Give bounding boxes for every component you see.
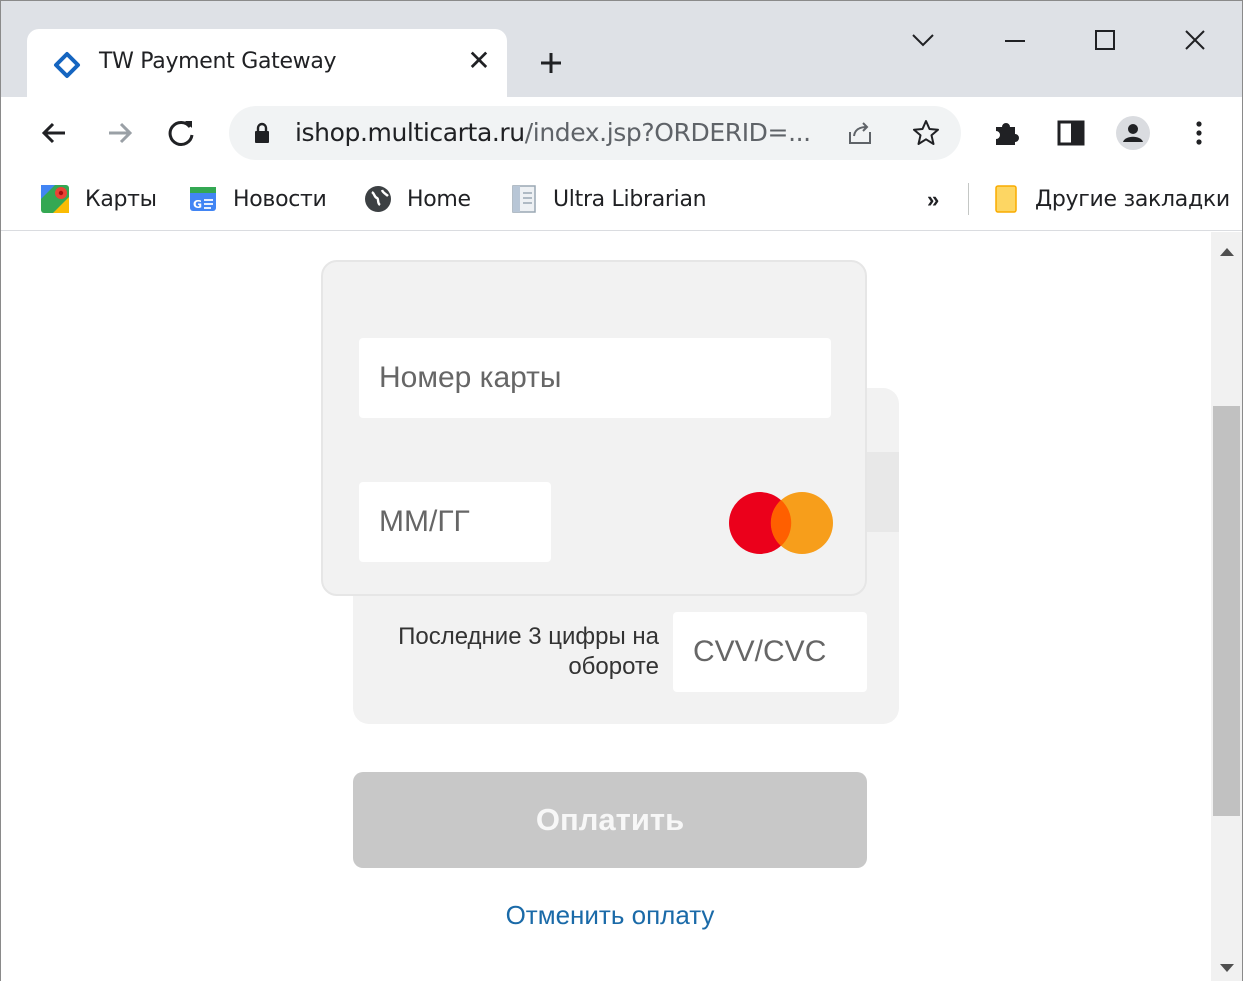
- document-icon: [512, 185, 536, 213]
- card-number-input[interactable]: [359, 338, 831, 418]
- star-bookmark-icon[interactable]: [911, 118, 941, 148]
- scrollbar-thumb[interactable]: [1213, 406, 1240, 816]
- address-bar[interactable]: ishop.multicarta.ru/index.jsp?ORDERID=..…: [229, 106, 961, 160]
- maximize-icon[interactable]: [1083, 21, 1127, 61]
- other-bookmarks-label: Другие закладки: [1035, 186, 1230, 212]
- folder-icon: [995, 185, 1017, 213]
- tab-strip: TW Payment Gateway ✕: [1, 1, 1242, 97]
- card-front: [321, 260, 867, 596]
- minimize-icon[interactable]: [993, 21, 1037, 61]
- tab-search-chevron-down-icon[interactable]: [901, 21, 945, 61]
- bookmarks-overflow-chevron-icon[interactable]: »: [927, 187, 939, 213]
- url-text[interactable]: ishop.multicarta.ru/index.jsp?ORDERID=..…: [295, 118, 811, 147]
- extensions-puzzle-icon[interactable]: [989, 115, 1025, 151]
- lock-icon[interactable]: [253, 122, 271, 144]
- bookmark-label: Home: [407, 186, 471, 212]
- new-tab-icon[interactable]: [533, 45, 569, 81]
- cvv-input[interactable]: [673, 612, 867, 692]
- bookmark-other-folder[interactable]: Другие закладки: [993, 183, 1230, 215]
- back-arrow-icon[interactable]: [37, 115, 73, 151]
- pay-button[interactable]: Оплатить: [353, 772, 867, 868]
- page-content: Последние 3 цифры на обороте Оплатить От…: [1, 232, 1211, 981]
- scroll-up-arrow-icon[interactable]: [1220, 248, 1234, 256]
- share-icon[interactable]: [845, 118, 875, 148]
- bookmarks-separator: [968, 183, 969, 215]
- close-window-icon[interactable]: [1173, 21, 1217, 61]
- bookmark-home[interactable]: Home: [363, 183, 471, 215]
- card-back-magnetic-stripe: [863, 452, 899, 532]
- side-panel-icon[interactable]: [1053, 115, 1089, 151]
- svg-text:G: G: [193, 198, 202, 211]
- bookmark-label: Новости: [233, 186, 327, 212]
- tw-gateway-icon: [54, 52, 80, 78]
- bookmark-label: Карты: [85, 186, 157, 212]
- bookmark-label: Ultra Librarian: [553, 186, 707, 212]
- globe-icon: [365, 186, 391, 212]
- page-scrollbar[interactable]: [1211, 232, 1242, 981]
- browser-toolbar: ishop.multicarta.ru/index.jsp?ORDERID=..…: [1, 97, 1242, 169]
- profile-avatar-icon[interactable]: [1115, 115, 1151, 151]
- news-icon: G: [190, 187, 216, 211]
- tab-tw-payment-gateway[interactable]: TW Payment Gateway ✕: [27, 29, 507, 97]
- bookmark-karty[interactable]: Карты: [39, 183, 157, 215]
- reload-icon[interactable]: [163, 115, 199, 151]
- bookmarks-bar: Карты G Новости Home Ultra Librarian » Д…: [1, 169, 1242, 231]
- scroll-down-arrow-icon[interactable]: [1220, 964, 1234, 972]
- bookmark-ultra-librarian[interactable]: Ultra Librarian: [509, 183, 707, 215]
- mastercard-logo-icon: [729, 492, 833, 554]
- cancel-payment-link[interactable]: Отменить оплату: [353, 900, 867, 931]
- cvv-hint-text: Последние 3 цифры на обороте: [398, 623, 659, 680]
- maps-icon: [41, 185, 69, 213]
- url-path: /index.jsp?ORDERID=...: [524, 118, 811, 147]
- url-host: ishop.multicarta.ru: [295, 118, 525, 147]
- forward-arrow-icon[interactable]: [101, 115, 137, 151]
- bookmark-novosti[interactable]: G Новости: [187, 183, 327, 215]
- card-expiry-input[interactable]: [359, 482, 551, 562]
- tab-title: TW Payment Gateway: [99, 49, 337, 74]
- tab-close-icon[interactable]: ✕: [463, 45, 495, 77]
- menu-kebab-icon[interactable]: [1181, 115, 1217, 151]
- browser-window: TW Payment Gateway ✕ ishop.multicarta.ru…: [0, 0, 1243, 981]
